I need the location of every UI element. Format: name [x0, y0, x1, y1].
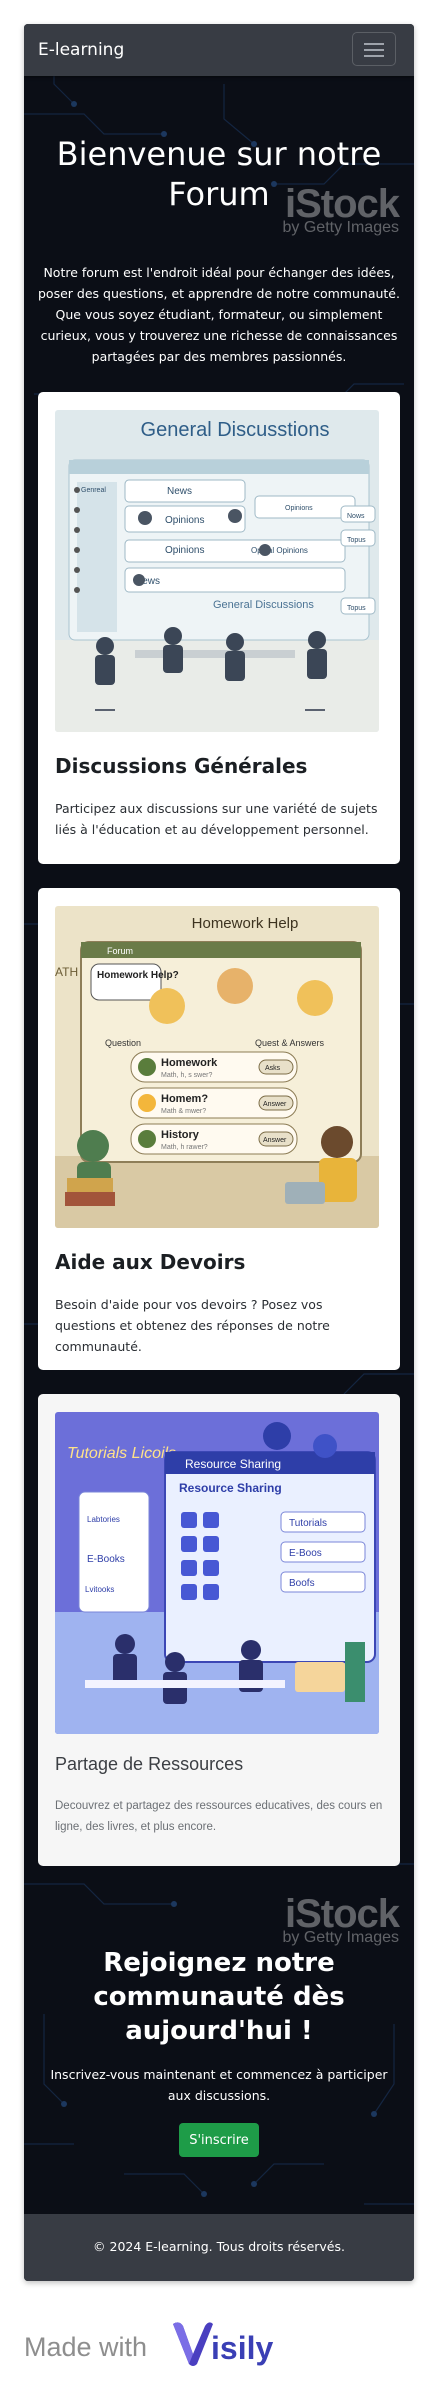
card-text: Besoin d'aide pour vos devoirs ? Posez v… — [55, 1297, 330, 1354]
svg-text:Opinions: Opinions — [285, 505, 313, 512]
footer-text: © 2024 E-learning. Tous droits réservés. — [93, 2239, 345, 2254]
hero-text: Notre forum est l'endroit idéal pour éch… — [38, 265, 400, 364]
homework-help-image: Homework Help Forum Homework Help? Quest… — [55, 906, 379, 1228]
svg-text:Asks: Asks — [265, 1065, 281, 1072]
brand-link[interactable]: E-learning — [38, 40, 124, 60]
svg-text:Resource Sharing: Resource Sharing — [185, 1457, 281, 1471]
svg-text:Tutorials: Tutorials — [289, 1518, 327, 1529]
svg-text:Homem?: Homem? — [161, 1093, 208, 1105]
svg-text:Answer: Answer — [263, 1137, 287, 1144]
svg-text:Math & mwer?: Math & mwer? — [161, 1108, 206, 1115]
svg-text:ATH: ATH — [55, 965, 78, 979]
svg-text:Labtories: Labtories — [87, 1515, 120, 1524]
svg-text:General Discussions: General Discussions — [213, 599, 314, 611]
svg-text:Homework Help?: Homework Help? — [97, 970, 179, 981]
svg-text:News: News — [167, 486, 192, 497]
svg-text:Tutorials Licoils: Tutorials Licoils — [67, 1445, 176, 1462]
svg-text:Opinions: Opinions — [165, 515, 204, 526]
card-homework-help[interactable]: Homework Help Forum Homework Help? Quest… — [38, 888, 400, 1370]
card-text: Participez aux discussions sur une varié… — [55, 801, 378, 837]
navbar: E-learning — [24, 24, 414, 76]
svg-text:Homework Help: Homework Help — [192, 915, 299, 932]
svg-text:Topus: Topus — [347, 605, 366, 612]
card-title: Discussions Générales — [55, 754, 308, 778]
resource-sharing-image: Tutorials Licoils Resource Sharing Resou… — [55, 1412, 379, 1734]
visily-logo-icon — [173, 2322, 213, 2366]
svg-text:Topus: Topus — [347, 537, 366, 544]
navbar-toggle-button[interactable] — [352, 32, 396, 66]
footer: © 2024 E-learning. Tous droits réservés. — [24, 2214, 414, 2281]
made-with-label: Made with — [24, 2332, 148, 2362]
svg-text:Homework: Homework — [161, 1057, 218, 1069]
visily-brand: isily — [211, 2330, 274, 2366]
card-title: Aide aux Devoirs — [55, 1250, 246, 1274]
svg-text:Forum: Forum — [107, 946, 133, 956]
cta-text: Inscrivez-vous maintenant et commencez à… — [50, 2067, 388, 2103]
svg-text:Quest & Answers: Quest & Answers — [255, 1038, 325, 1048]
svg-text:Lvitooks: Lvitooks — [85, 1585, 114, 1594]
svg-text:History: History — [161, 1129, 200, 1141]
signup-button[interactable]: S'inscrire — [179, 2123, 259, 2157]
hamburger-menu-icon — [364, 43, 384, 45]
svg-text:Resource Sharing: Resource Sharing — [179, 1481, 282, 1495]
svg-text:Question: Question — [105, 1038, 141, 1048]
svg-text:Answer: Answer — [263, 1101, 287, 1108]
card-text: Decouvrez et partagez des ressources edu… — [55, 1800, 383, 1833]
cta-title: Rejoignez notre communauté dès aujourd'h… — [93, 1948, 345, 2046]
card-resource-sharing[interactable]: Tutorials Licoils Resource Sharing Resou… — [38, 1394, 400, 1866]
svg-text:Opinions: Opinions — [165, 545, 204, 556]
svg-text:Math, h, s swer?: Math, h, s swer? — [161, 1072, 212, 1079]
card-general-discussions[interactable]: General Discusstions News Opinions Opini… — [38, 392, 400, 864]
image-heading: General Discusstions — [141, 419, 330, 441]
card-title: Partage de Ressources — [55, 1754, 244, 1774]
svg-text:Nows: Nows — [347, 513, 365, 520]
svg-text:E-Boos: E-Boos — [289, 1548, 322, 1559]
hero-title: Bienvenue sur notre Forum — [56, 135, 382, 213]
svg-text:Math, h rawer?: Math, h rawer? — [161, 1144, 208, 1151]
svg-text:Boofs: Boofs — [289, 1578, 315, 1589]
svg-text:E-Books: E-Books — [87, 1554, 125, 1565]
page-frame: E-learning iStock by Getty Images Bienve… — [24, 24, 414, 2281]
svg-text:Genreal: Genreal — [81, 487, 106, 494]
watermark: iStock by Getty Images — [282, 1892, 401, 1946]
general-discussions-image: General Discusstions News Opinions Opini… — [55, 410, 379, 732]
